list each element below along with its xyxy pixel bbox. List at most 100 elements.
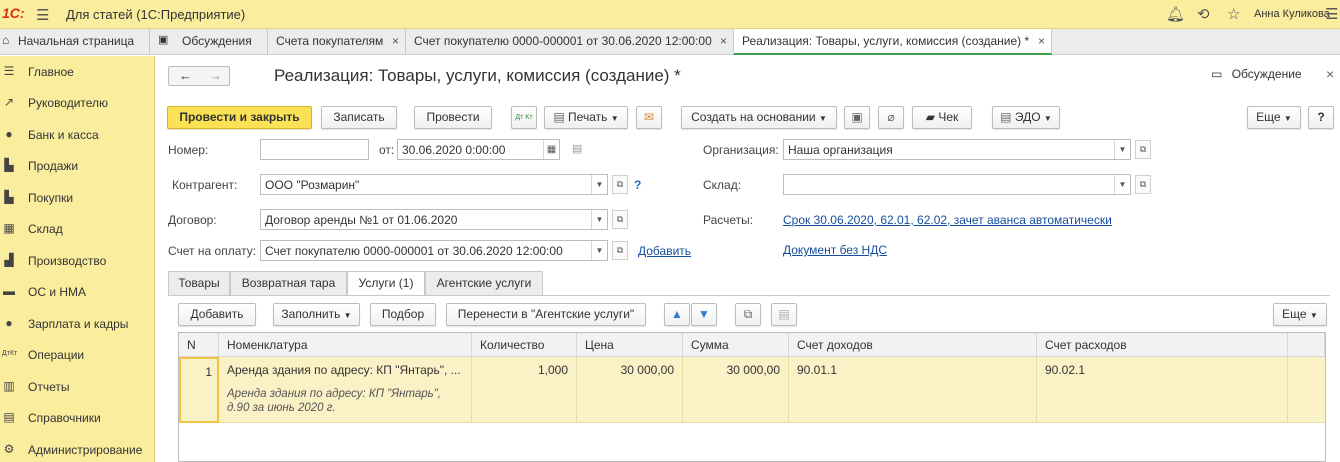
sidebar-item-operations[interactable]: ДтКт Операции [0,342,155,370]
open-icon[interactable]: ⧉ [612,210,628,229]
close-icon[interactable]: × [1326,66,1334,82]
item-cell[interactable]: Аренда здания по адресу: КП "Янтарь", ..… [219,357,472,423]
close-icon[interactable]: × [720,34,727,48]
print-button[interactable]: ▤ Печать ▼ [544,106,628,129]
close-icon[interactable]: × [1038,34,1045,48]
move-up-button[interactable]: ▲ [664,303,690,326]
add-row-button[interactable]: Добавить [178,303,256,326]
chevron-down-icon[interactable]: ▼ [1114,175,1130,194]
main-menu-icon[interactable]: ☰ [36,6,49,24]
menu-icon: ☰ [3,64,15,78]
warehouse-label: Склад: [703,178,742,192]
invoice-field[interactable]: Счет покупателю 0000-000001 от 30.06.202… [260,240,608,261]
tab-invoice[interactable]: Счет покупателю 0000-000001 от 30.06.202… [406,29,734,55]
sidebar-item-purchases[interactable]: ▙ Покупки [0,185,155,213]
discussion-button[interactable]: ▭ Обсуждение [1211,67,1302,81]
income-account-cell[interactable]: 90.01.1 [789,357,1037,423]
copy-rows-button[interactable]: ⧉ [735,303,761,326]
help-button[interactable]: ? [1308,106,1334,129]
comment-icon[interactable]: ▤ [572,142,582,155]
tab-realization[interactable]: Реализация: Товары, услуги, комиссия (со… [734,29,1052,55]
tab-services[interactable]: Услуги (1) [347,271,425,296]
email-button[interactable]: ✉ [636,106,662,129]
dt-kt-button[interactable]: Дт Кт [511,106,537,129]
user-name[interactable]: Анна Куликова [1254,8,1330,20]
edo-button[interactable]: ▤ ЭДО ▼ [992,106,1060,129]
post-button[interactable]: Провести [414,106,492,129]
row-number[interactable]: 1 [179,357,219,423]
calendar-icon[interactable]: ▦ [543,140,559,159]
column-header-n[interactable]: N [179,333,219,357]
post-and-close-button[interactable]: Провести и закрыть [167,106,312,129]
sidebar-item-warehouse[interactable]: ▦ Склад [0,216,155,244]
attach-button[interactable]: ⌀ [878,106,904,129]
more-menu-icon[interactable]: ☰ [1325,5,1338,23]
help-icon[interactable]: ? [634,178,641,192]
tab-agent-services[interactable]: Агентские услуги [425,271,543,295]
column-header-qty[interactable]: Количество [472,333,577,357]
sidebar-item-bank[interactable]: ● Банк и касса [0,122,155,150]
structure-button[interactable]: ▣ [844,106,870,129]
warehouse-field[interactable]: ▼ [783,174,1131,195]
tab-customer-invoices[interactable]: Счета покупателям × [268,29,406,55]
sidebar-item-admin[interactable]: ⚙ Администрирование [0,437,155,462]
sidebar-item-sales[interactable]: ▙ Продажи [0,153,155,181]
close-icon[interactable]: × [392,34,399,48]
tab-discussions[interactable]: ▣ Обсуждения [150,29,268,55]
chevron-down-icon[interactable]: ▼ [591,241,607,260]
sidebar-item-catalogs[interactable]: ▤ Справочники [0,405,155,433]
fill-button[interactable]: Заполнить ▼ [273,303,360,326]
vat-link[interactable]: Документ без НДС [783,243,887,257]
number-field[interactable] [260,139,369,160]
star-icon[interactable]: ☆ [1227,5,1240,23]
sidebar-item-reports[interactable]: ▥ Отчеты [0,374,155,402]
save-button[interactable]: Записать [321,106,397,129]
tab-goods[interactable]: Товары [168,271,230,295]
sum-cell[interactable]: 30 000,00 [683,357,789,423]
table-more-button[interactable]: Еще ▼ [1273,303,1327,326]
column-header-income[interactable]: Счет доходов [789,333,1037,357]
price-cell[interactable]: 30 000,00 [577,357,683,423]
sidebar-item-main[interactable]: ☰ Главное [0,59,155,87]
chevron-down-icon: ▼ [343,311,352,320]
move-down-button[interactable]: ▼ [691,303,717,326]
open-icon[interactable]: ⧉ [612,241,628,260]
table-row[interactable]: 1 Аренда здания по адресу: КП "Янтарь", … [179,357,1325,423]
receipt-button[interactable]: ▰ Чек [912,106,972,129]
column-header-expense[interactable]: Счет расходов [1037,333,1288,357]
contract-field[interactable]: Договор аренды №1 от 01.06.2020 ▼ [260,209,608,230]
sidebar-item-salary[interactable]: ● Зарплата и кадры [0,311,155,339]
create-based-button[interactable]: Создать на основании ▼ [681,106,837,129]
expense-account-cell[interactable]: 90.02.1 [1037,357,1288,423]
more-button[interactable]: Еще ▼ [1247,106,1301,129]
sidebar-item-manager[interactable]: ↗ Руководителю [0,90,155,118]
sidebar-item-assets[interactable]: ▬ ОС и НМА [0,279,155,307]
pick-button[interactable]: Подбор [370,303,436,326]
tab-home[interactable]: ⌂ Начальная страница [0,29,150,55]
organization-field[interactable]: Наша организация ▼ [783,139,1131,160]
open-icon[interactable]: ⧉ [1135,175,1151,194]
chevron-down-icon[interactable]: ▼ [591,210,607,229]
column-header-item[interactable]: Номенклатура [219,333,472,357]
open-icon[interactable]: ⧉ [1135,140,1151,159]
qty-cell[interactable]: 1,000 [472,357,577,423]
paste-rows-button[interactable]: ▤ [771,303,797,326]
open-icon[interactable]: ⧉ [612,175,628,194]
sidebar-item-production[interactable]: ▟ Производство [0,248,155,276]
settlements-link[interactable]: Срок 30.06.2020, 62.01, 62.02, зачет ава… [783,213,1112,227]
history-icon[interactable]: ⟲ [1197,5,1210,23]
bell-icon[interactable]: 🔔︎ [1166,5,1185,23]
contractor-field[interactable]: ООО "Розмарин" ▼ [260,174,608,195]
forward-arrow-icon[interactable]: → [209,68,222,83]
tab-returnable-packaging[interactable]: Возвратная тара [230,271,347,295]
date-field[interactable]: 30.06.2020 0:00:00 ▦ [397,139,560,160]
back-arrow-icon[interactable]: ← [179,68,192,83]
column-header-sum[interactable]: Сумма [683,333,789,357]
coin-icon: ● [5,127,13,141]
cash-register-icon: ▰ [925,110,935,124]
chevron-down-icon[interactable]: ▼ [1114,140,1130,159]
chevron-down-icon[interactable]: ▼ [591,175,607,194]
add-invoice-link[interactable]: Добавить [638,244,691,258]
move-to-agent-button[interactable]: Перенести в "Агентские услуги" [446,303,646,326]
column-header-price[interactable]: Цена [577,333,683,357]
